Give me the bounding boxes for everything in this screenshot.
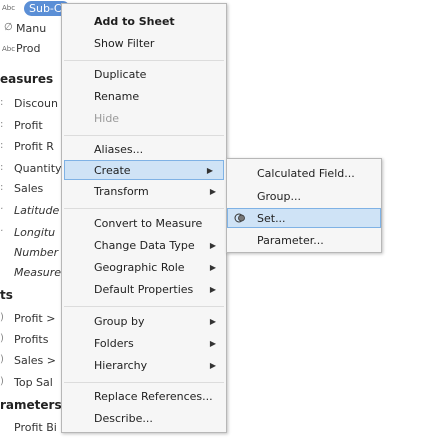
- submenu-arrow-icon: ▶: [209, 187, 216, 196]
- field-label: Profits: [14, 333, 49, 346]
- measure-icon: ·: [0, 204, 4, 215]
- submenu-arrow-icon: ▶: [209, 361, 216, 370]
- field-label: Top Sal: [14, 376, 53, 389]
- submenu-item-calculated-field[interactable]: Calculated Field...: [227, 164, 381, 184]
- field-label: Measure: [14, 266, 61, 279]
- menu-item-folders[interactable]: Folders ▶: [62, 334, 226, 354]
- field-label: Sales: [14, 182, 44, 195]
- measure-icon: :: [0, 182, 4, 193]
- menu-item-hide[interactable]: Hide: [62, 109, 226, 129]
- string-type-icon: Abc: [2, 4, 16, 12]
- measure-icon: :: [0, 119, 4, 130]
- field-label: Number: [14, 246, 59, 259]
- parameters-heading: rameters: [0, 398, 62, 412]
- menu-item-label: Transform: [94, 185, 149, 198]
- menu-item-label: Folders: [94, 337, 134, 350]
- measure-icon: :: [0, 140, 4, 151]
- paperclip-icon: ∅: [4, 22, 13, 33]
- submenu-item-parameter[interactable]: Parameter...: [227, 231, 381, 251]
- menu-item-replace-references[interactable]: Replace References...: [62, 387, 226, 407]
- field-label: Longitu: [14, 226, 56, 239]
- set-icon: ): [0, 376, 4, 387]
- field-label: Profit: [14, 119, 43, 132]
- submenu-item-label: Set...: [257, 212, 286, 225]
- field-label: Quantity: [14, 162, 62, 175]
- field-label: Manu: [16, 22, 47, 35]
- menu-item-create[interactable]: Create ▶: [64, 160, 224, 180]
- menu-item-label: Hierarchy: [94, 359, 148, 372]
- field-label: Prod: [16, 42, 41, 55]
- submenu-arrow-icon: ▶: [209, 339, 216, 348]
- menu-item-default-properties[interactable]: Default Properties ▶: [62, 280, 226, 300]
- menu-separator: [64, 135, 224, 136]
- submenu-arrow-icon: ▶: [209, 285, 216, 294]
- menu-item-geographic-role[interactable]: Geographic Role ▶: [62, 258, 226, 278]
- set-icon: ): [0, 312, 4, 323]
- menu-item-describe[interactable]: Describe...: [62, 409, 226, 429]
- menu-separator: [64, 382, 224, 383]
- submenu-arrow-icon: ▶: [206, 166, 213, 175]
- data-pane: Abc Sub-C ∅ Manu Abc Prod easures : Disco…: [0, 0, 70, 446]
- menu-item-label: Geographic Role: [94, 261, 185, 274]
- menu-item-label: Change Data Type: [94, 239, 195, 252]
- set-icon: ): [0, 354, 4, 365]
- measure-icon: :: [0, 97, 4, 108]
- menu-item-label: Group by: [94, 315, 145, 328]
- submenu-arrow-icon: ▶: [209, 317, 216, 326]
- field-label: Sales >: [14, 354, 56, 367]
- field-label: Discoun: [14, 97, 58, 110]
- field-label: Profit Bi: [14, 421, 57, 434]
- menu-item-duplicate[interactable]: Duplicate: [62, 65, 226, 85]
- menu-item-aliases[interactable]: Aliases...: [62, 140, 226, 160]
- string-type-icon: Abc: [2, 45, 16, 53]
- menu-item-hierarchy[interactable]: Hierarchy ▶: [62, 356, 226, 376]
- menu-separator: [64, 208, 224, 209]
- field-label: Latitude: [14, 204, 60, 217]
- measure-icon: ·: [0, 226, 4, 237]
- submenu-arrow-icon: ▶: [209, 263, 216, 272]
- menu-separator: [64, 60, 224, 61]
- submenu-item-group[interactable]: Group...: [227, 187, 381, 207]
- field-label: Profit >: [14, 312, 56, 325]
- measure-icon: :: [0, 162, 4, 173]
- menu-item-show-filter[interactable]: Show Filter: [62, 34, 226, 54]
- set-icon: [234, 213, 245, 223]
- menu-item-change-data-type[interactable]: Change Data Type ▶: [62, 236, 226, 256]
- menu-item-add-to-sheet[interactable]: Add to Sheet: [62, 12, 226, 32]
- menu-item-transform[interactable]: Transform ▶: [62, 182, 226, 202]
- set-icon: ): [0, 333, 4, 344]
- menu-item-convert-to-measure[interactable]: Convert to Measure: [62, 214, 226, 234]
- submenu-item-set[interactable]: Set...: [227, 208, 381, 228]
- menu-item-rename[interactable]: Rename: [62, 87, 226, 107]
- submenu-arrow-icon: ▶: [209, 241, 216, 250]
- create-submenu: Calculated Field... Group... Set... Para…: [226, 158, 382, 253]
- menu-item-label: Default Properties: [94, 283, 194, 296]
- menu-item-group-by[interactable]: Group by ▶: [62, 312, 226, 332]
- measures-heading: easures: [0, 72, 54, 86]
- menu-item-label: Create: [94, 164, 131, 177]
- field-context-menu: Add to Sheet Show Filter Duplicate Renam…: [61, 3, 227, 433]
- field-label: Profit R: [14, 140, 54, 153]
- sets-heading: ts: [0, 288, 13, 302]
- menu-separator: [64, 306, 224, 307]
